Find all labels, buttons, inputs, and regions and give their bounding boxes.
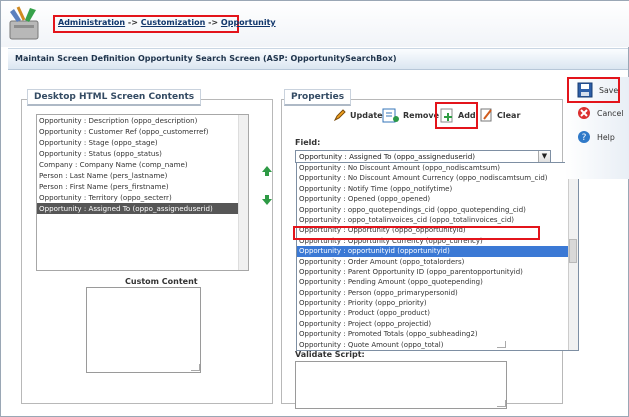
list-item[interactable]: Opportunity : Status (oppo_status) <box>37 148 248 159</box>
admin-tools-icon <box>9 6 39 40</box>
field-dropdown-list[interactable]: Opportunity : No Discount Amount (oppo_n… <box>296 162 579 351</box>
save-label: Save <box>599 85 619 95</box>
field-resize-handle[interactable] <box>497 341 506 348</box>
list-item[interactable]: Person : First Name (pers_firstname) <box>37 181 248 192</box>
list-item[interactable]: Opportunity : Territory (oppo_secterr) <box>37 192 248 203</box>
clear-icon <box>480 108 492 122</box>
dropdown-option[interactable]: Opportunity : Pending Amount (oppo_quote… <box>297 277 578 287</box>
validate-script-textarea[interactable] <box>295 361 507 409</box>
list-item[interactable]: Opportunity : Customer Ref (oppo_custome… <box>37 126 248 137</box>
breadcrumb: Administration -> Customization -> Oppor… <box>58 18 276 27</box>
custom-content-label: Custom Content <box>125 277 198 286</box>
validate-resize-handle[interactable] <box>497 400 506 407</box>
remove-button[interactable]: Remove <box>382 105 439 125</box>
dropdown-option[interactable]: Opportunity : No Discount Amount (oppo_n… <box>297 163 578 173</box>
add-icon <box>440 108 453 122</box>
cancel-label: Cancel <box>597 108 624 118</box>
pencil-icon <box>333 109 346 122</box>
help-button[interactable]: ? Help <box>577 130 615 144</box>
dropdown-option[interactable]: Opportunity : Promoted Totals (oppo_subh… <box>297 329 578 339</box>
dropdown-option[interactable]: Opportunity : Priority (oppo_priority) <box>297 298 578 308</box>
dropdown-option[interactable]: Opportunity : oppo_quotependings_cid (op… <box>297 205 578 215</box>
remove-list-icon <box>382 108 399 122</box>
page-title: Maintain Screen Definition Opportunity S… <box>15 54 397 63</box>
field-label: Field: <box>295 138 321 147</box>
screen-contents-listbox[interactable]: Opportunity : Description (oppo_descript… <box>36 114 249 271</box>
update-label: Update <box>350 110 383 120</box>
breadcrumb-administration[interactable]: Administration <box>58 18 125 27</box>
properties-tab: Properties <box>284 89 352 106</box>
move-down-icon[interactable] <box>261 194 273 206</box>
clear-label: Clear <box>497 110 521 120</box>
move-up-icon[interactable] <box>261 165 273 177</box>
dropdown-option[interactable]: Opportunity : opportunityid (opportunity… <box>297 246 578 257</box>
remove-label: Remove <box>403 110 440 120</box>
list-item[interactable]: Opportunity : Assigned To (oppo_assigned… <box>37 203 248 214</box>
validate-script-label: Validate Script: <box>295 350 365 359</box>
add-button[interactable]: Add <box>440 105 476 125</box>
dropdown-option[interactable]: Opportunity : Order Amount (oppo_totalor… <box>297 257 578 267</box>
breadcrumb-customization[interactable]: Customization <box>141 18 206 27</box>
dropdown-option[interactable]: Opportunity : Person (oppo_primaryperson… <box>297 288 578 298</box>
update-button[interactable]: Update <box>333 105 383 125</box>
desktop-html-tab: Desktop HTML Screen Contents <box>27 89 202 106</box>
list-item[interactable]: Opportunity : Description (oppo_descript… <box>37 115 248 126</box>
svg-text:?: ? <box>582 133 587 143</box>
dropdown-option[interactable]: Opportunity : Quote Amount (oppo_total) <box>297 340 578 350</box>
dropdown-option[interactable]: Opportunity : Notify Time (oppo_notifyti… <box>297 184 578 194</box>
custom-content-textarea[interactable] <box>86 287 201 373</box>
list-item[interactable]: Person : Last Name (pers_lastname) <box>37 170 248 181</box>
dropdown-option[interactable]: Opportunity : oppo_totalinvoices_cid (op… <box>297 215 578 225</box>
dropdown-option[interactable]: Opportunity : Product (oppo_product) <box>297 308 578 318</box>
help-label: Help <box>597 132 615 142</box>
cancel-button[interactable]: Cancel <box>577 106 623 120</box>
opportunityid-highlight <box>293 226 540 240</box>
listbox-scrollbar[interactable] <box>238 115 248 270</box>
clear-button[interactable]: Clear <box>480 105 520 125</box>
breadcrumb-separator: -> <box>127 18 138 27</box>
custom-content-resize-handle[interactable] <box>191 364 200 371</box>
help-icon: ? <box>578 131 590 143</box>
dropdown-option[interactable]: Opportunity : Project (oppo_projectid) <box>297 319 578 329</box>
dropdown-scroll-thumb[interactable] <box>569 239 577 263</box>
add-label: Add <box>458 110 476 120</box>
breadcrumb-separator: -> <box>208 18 219 27</box>
dropdown-option[interactable]: Opportunity : No Discount Amount Currenc… <box>297 173 578 183</box>
dropdown-option[interactable]: Opportunity : Parent Opportunity ID (opp… <box>297 267 578 277</box>
breadcrumb-opportunity[interactable]: Opportunity <box>221 18 276 27</box>
chevron-down-icon[interactable]: ▼ <box>538 151 550 162</box>
cancel-icon <box>578 107 590 119</box>
save-icon <box>577 82 593 98</box>
field-selected-value: Opportunity : Assigned To (oppo_assigned… <box>299 152 476 161</box>
dropdown-option[interactable]: Opportunity : Opened (oppo_opened) <box>297 194 578 204</box>
list-item[interactable]: Opportunity : Stage (oppo_stage) <box>37 137 248 148</box>
list-item[interactable]: Company : Company Name (comp_name) <box>37 159 248 170</box>
save-button[interactable]: Save <box>577 82 618 98</box>
